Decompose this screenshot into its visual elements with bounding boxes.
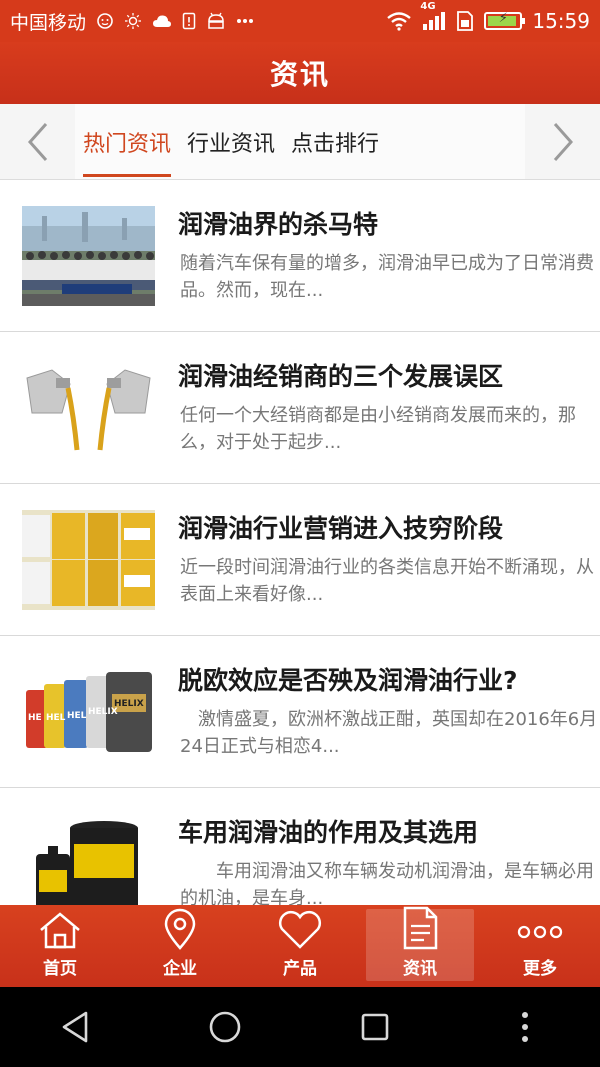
carrier-label: 中国移动 xyxy=(10,11,87,34)
nav-label: 资讯 xyxy=(403,959,437,979)
list-item[interactable]: 润滑油经销商的三个发展误区 任何一个大经销商都是由小经销商发展而来的，那么，对于… xyxy=(0,332,600,484)
wifi-icon xyxy=(386,11,412,31)
list-item[interactable]: 润滑油界的杀马特 随着汽车保有量的增多，润滑油早已成为了日常消费品。然而，现在.… xyxy=(0,180,600,332)
location-pin-icon xyxy=(164,908,196,950)
svg-text:HE: HE xyxy=(28,713,42,723)
tabs-next-button[interactable] xyxy=(525,104,600,179)
tab-label: 点击排行 xyxy=(291,131,380,157)
home-icon xyxy=(40,912,80,949)
article-thumbnail xyxy=(22,358,155,458)
tabs-prev-button[interactable] xyxy=(0,104,75,179)
tab-click-ranking[interactable]: 点击排行 xyxy=(283,104,387,179)
more-icon xyxy=(517,925,563,939)
back-triangle-icon xyxy=(62,1011,88,1043)
menu-button[interactable] xyxy=(495,997,555,1057)
list-item[interactable]: 车用润滑油的作用及其选用 车用润滑油又称车辆发动机润滑油，是车辆必用的机油，是车… xyxy=(0,788,600,905)
document-icon xyxy=(403,906,438,950)
nav-more[interactable]: 更多 xyxy=(480,905,600,987)
vertical-dots-icon xyxy=(522,1012,528,1042)
battery-icon: ⚡ xyxy=(484,11,526,30)
recents-button[interactable] xyxy=(345,997,405,1057)
tab-industry-news[interactable]: 行业资讯 xyxy=(179,104,283,179)
nav-label: 更多 xyxy=(523,959,557,979)
article-title: 润滑油行业营销进入技穷阶段 xyxy=(178,514,504,543)
nav-company[interactable]: 企业 xyxy=(120,905,240,987)
sim-alert-icon xyxy=(182,12,196,30)
nav-home[interactable]: 首页 xyxy=(0,905,120,987)
home-circle-icon xyxy=(209,1011,241,1043)
signal-icon: 4G xyxy=(420,1,446,31)
svg-text:HELIX: HELIX xyxy=(114,699,144,709)
article-thumbnail: HE HEL HEL HELIX HELIX xyxy=(22,662,155,762)
svg-text:HEL: HEL xyxy=(46,713,66,723)
nav-label: 首页 xyxy=(43,959,77,979)
tab-label: 热门资讯 xyxy=(83,131,172,157)
chevron-right-icon xyxy=(553,122,573,161)
article-thumbnail xyxy=(22,206,155,306)
cloud-icon xyxy=(152,14,172,28)
face-icon xyxy=(96,12,114,30)
sim-card-icon xyxy=(456,11,474,31)
recents-square-icon xyxy=(361,1013,389,1041)
nav-label: 产品 xyxy=(283,959,317,979)
article-summary: 近一段时间润滑油行业的各类信息开始不断涌现，从表面上来看好像... xyxy=(180,557,594,605)
android-icon xyxy=(206,12,226,30)
nav-products[interactable]: 产品 xyxy=(240,905,360,987)
article-summary: 随着汽车保有量的增多，润滑油早已成为了日常消费品。然而，现在... xyxy=(180,253,594,301)
sun-icon xyxy=(124,12,142,30)
bottom-nav: 首页 企业 产品 资讯 更多 xyxy=(0,905,600,987)
article-thumbnail xyxy=(22,510,155,610)
article-title: 车用润滑油的作用及其选用 xyxy=(178,818,479,847)
page-header: 资讯 xyxy=(0,42,600,104)
status-time: 15:59 xyxy=(532,9,590,33)
tab-label: 行业资讯 xyxy=(187,131,276,157)
back-button[interactable] xyxy=(45,997,105,1057)
system-nav-bar xyxy=(0,987,600,1067)
article-summary: 车用润滑油又称车辆发动机润滑油，是车辆必用的机油，是车身... xyxy=(180,861,594,905)
list-item[interactable]: HE HEL HEL HELIX HELIX 脱欧效应是否殃及润滑油行业? 激情… xyxy=(0,636,600,788)
home-button[interactable] xyxy=(195,997,255,1057)
article-title: 润滑油经销商的三个发展误区 xyxy=(178,362,504,391)
nav-label: 企业 xyxy=(163,959,197,979)
list-item[interactable]: 润滑油行业营销进入技穷阶段 近一段时间润滑油行业的各类信息开始不断涌现，从表面上… xyxy=(0,484,600,636)
network-type: 4G xyxy=(420,1,436,12)
tab-hot-news[interactable]: 热门资讯 xyxy=(75,104,179,179)
more-dots-icon xyxy=(236,18,254,24)
article-summary: 任何一个大经销商都是由小经销商发展而来的，那么，对于处于起步... xyxy=(180,405,576,453)
heart-icon xyxy=(278,910,322,949)
category-tabs: 热门资讯 行业资讯 点击排行 xyxy=(0,104,600,180)
article-list: 润滑油界的杀马特 随着汽车保有量的增多，润滑油早已成为了日常消费品。然而，现在.… xyxy=(0,180,600,905)
article-title: 脱欧效应是否殃及润滑油行业? xyxy=(178,666,518,695)
article-summary: 激情盛夏，欧洲杯激战正酣，英国却在2016年6月24日正式与相恋4... xyxy=(180,709,598,757)
article-thumbnail xyxy=(22,814,155,905)
page-title: 资讯 xyxy=(269,58,330,91)
chevron-left-icon xyxy=(27,122,47,161)
nav-news[interactable]: 资讯 xyxy=(360,905,480,987)
status-bar: 中国移动 4G ⚡ 15:59 xyxy=(0,0,600,42)
svg-text:HEL: HEL xyxy=(67,711,87,721)
article-title: 润滑油界的杀马特 xyxy=(178,210,379,239)
